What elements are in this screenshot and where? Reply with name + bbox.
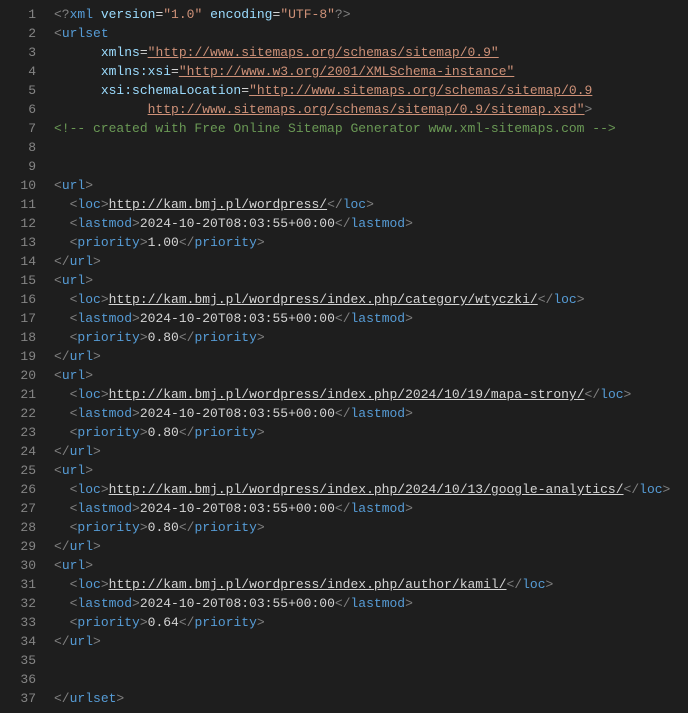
line-number: 19 [8, 347, 36, 366]
code-line: <url> [54, 366, 688, 385]
line-number: 10 [8, 176, 36, 195]
code-line: <loc>http://kam.bmj.pl/wordpress/</loc> [54, 195, 688, 214]
code-line [54, 651, 688, 670]
line-number: 33 [8, 613, 36, 632]
code-line: <?xml version="1.0" encoding="UTF-8"?> [54, 5, 688, 24]
code-line: <priority>0.80</priority> [54, 328, 688, 347]
url-priority: 0.80 [148, 425, 179, 440]
code-line: <loc>http://kam.bmj.pl/wordpress/index.p… [54, 480, 688, 499]
url-priority: 0.80 [148, 520, 179, 535]
url-loc: http://kam.bmj.pl/wordpress/index.php/20… [109, 482, 624, 497]
line-number: 35 [8, 651, 36, 670]
code-area[interactable]: <?xml version="1.0" encoding="UTF-8"?><u… [48, 0, 688, 713]
code-line: <loc>http://kam.bmj.pl/wordpress/index.p… [54, 385, 688, 404]
code-line: <urlset [54, 24, 688, 43]
url-loc: http://kam.bmj.pl/wordpress/ [109, 197, 327, 212]
line-number: 11 [8, 195, 36, 214]
xml-comment: <!-- created with Free Online Sitemap Ge… [54, 121, 616, 136]
line-number: 4 [8, 62, 36, 81]
line-number: 16 [8, 290, 36, 309]
code-line [54, 157, 688, 176]
code-line: <!-- created with Free Online Sitemap Ge… [54, 119, 688, 138]
code-line: <lastmod>2024-10-20T08:03:55+00:00</last… [54, 214, 688, 233]
line-number: 23 [8, 423, 36, 442]
line-number: 1 [8, 5, 36, 24]
line-number: 7 [8, 119, 36, 138]
xml-pi-open: <? [54, 7, 70, 22]
url-lastmod: 2024-10-20T08:03:55+00:00 [140, 216, 335, 231]
code-line: http://www.sitemaps.org/schemas/sitemap/… [54, 100, 688, 119]
url-priority: 1.00 [148, 235, 179, 250]
code-line: <loc>http://kam.bmj.pl/wordpress/index.p… [54, 290, 688, 309]
url-loc: http://kam.bmj.pl/wordpress/index.php/au… [109, 577, 507, 592]
line-number: 30 [8, 556, 36, 575]
line-number: 34 [8, 632, 36, 651]
code-line: </url> [54, 442, 688, 461]
line-number: 12 [8, 214, 36, 233]
line-number: 29 [8, 537, 36, 556]
line-number: 27 [8, 499, 36, 518]
code-line: </url> [54, 252, 688, 271]
code-line: <lastmod>2024-10-20T08:03:55+00:00</last… [54, 404, 688, 423]
code-line: <priority>0.80</priority> [54, 518, 688, 537]
line-number: 20 [8, 366, 36, 385]
url-lastmod: 2024-10-20T08:03:55+00:00 [140, 406, 335, 421]
xml-pi-close: ?> [335, 7, 351, 22]
url-lastmod: 2024-10-20T08:03:55+00:00 [140, 311, 335, 326]
line-number: 32 [8, 594, 36, 613]
line-number: 37 [8, 689, 36, 708]
code-line: <loc>http://kam.bmj.pl/wordpress/index.p… [54, 575, 688, 594]
line-number: 9 [8, 157, 36, 176]
line-number: 28 [8, 518, 36, 537]
code-line: <priority>1.00</priority> [54, 233, 688, 252]
code-editor[interactable]: 1234567891011121314151617181920212223242… [0, 0, 688, 713]
line-number: 13 [8, 233, 36, 252]
code-line: </url> [54, 347, 688, 366]
line-number-gutter: 1234567891011121314151617181920212223242… [0, 0, 48, 713]
url-loc: http://kam.bmj.pl/wordpress/index.php/20… [109, 387, 585, 402]
code-line: </urlset> [54, 689, 688, 708]
code-line: </url> [54, 537, 688, 556]
line-number: 2 [8, 24, 36, 43]
code-line: <priority>0.80</priority> [54, 423, 688, 442]
code-line: <lastmod>2024-10-20T08:03:55+00:00</last… [54, 594, 688, 613]
code-line [54, 670, 688, 689]
url-loc: http://kam.bmj.pl/wordpress/index.php/ca… [109, 292, 538, 307]
line-number: 25 [8, 461, 36, 480]
code-line: xmlns:xsi="http://www.w3.org/2001/XMLSch… [54, 62, 688, 81]
code-line: </url> [54, 632, 688, 651]
code-line [54, 138, 688, 157]
line-number: 15 [8, 271, 36, 290]
code-line: xmlns="http://www.sitemaps.org/schemas/s… [54, 43, 688, 62]
line-number: 21 [8, 385, 36, 404]
line-number: 14 [8, 252, 36, 271]
code-line: <url> [54, 556, 688, 575]
code-line: <url> [54, 461, 688, 480]
line-number: 5 [8, 81, 36, 100]
url-priority: 0.80 [148, 330, 179, 345]
code-line: <lastmod>2024-10-20T08:03:55+00:00</last… [54, 309, 688, 328]
line-number: 17 [8, 309, 36, 328]
line-number: 24 [8, 442, 36, 461]
url-priority: 0.64 [148, 615, 179, 630]
code-line: xsi:schemaLocation="http://www.sitemaps.… [54, 81, 688, 100]
line-number: 3 [8, 43, 36, 62]
line-number: 36 [8, 670, 36, 689]
code-line: <url> [54, 176, 688, 195]
line-number: 22 [8, 404, 36, 423]
line-number: 18 [8, 328, 36, 347]
line-number: 26 [8, 480, 36, 499]
line-number: 31 [8, 575, 36, 594]
line-number: 8 [8, 138, 36, 157]
url-lastmod: 2024-10-20T08:03:55+00:00 [140, 596, 335, 611]
code-line: <lastmod>2024-10-20T08:03:55+00:00</last… [54, 499, 688, 518]
url-lastmod: 2024-10-20T08:03:55+00:00 [140, 501, 335, 516]
code-line: <priority>0.64</priority> [54, 613, 688, 632]
line-number: 6 [8, 100, 36, 119]
code-line: <url> [54, 271, 688, 290]
